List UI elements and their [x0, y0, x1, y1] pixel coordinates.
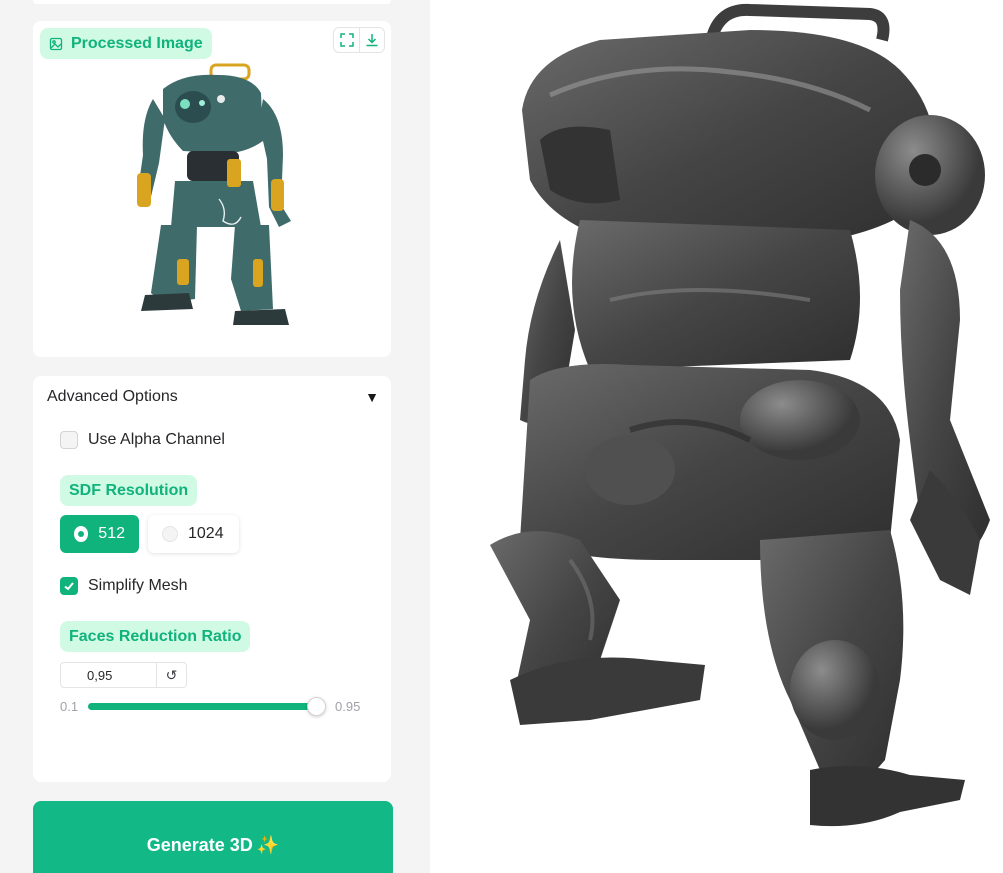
sdf-resolution-label: SDF Resolution [60, 475, 198, 506]
image-actions [333, 27, 385, 53]
processed-image-label: Processed Image [40, 28, 212, 59]
slider-thumb[interactable] [307, 697, 326, 716]
image-icon [49, 37, 63, 50]
faces-ratio-input[interactable]: 0,95 ↺ [60, 662, 187, 688]
slider-fill [88, 703, 316, 710]
sdf-resolution-text: SDF Resolution [69, 481, 189, 499]
faces-reduction-text: Faces Reduction Ratio [69, 627, 242, 645]
sdf-option-512[interactable]: 512 [60, 515, 139, 553]
3d-model-viewer[interactable] [430, 0, 1003, 873]
advanced-options-panel: Advanced Options ▼ Use Alpha Channel SDF… [33, 376, 391, 782]
sdf-option-1024-label: 1024 [188, 525, 224, 542]
use-alpha-label: Use Alpha Channel [88, 431, 225, 448]
slider-max-label: 0.95 [335, 699, 361, 714]
processed-image-title: Processed Image [71, 34, 203, 52]
faces-ratio-slider[interactable] [88, 697, 326, 716]
radio-selected-icon [74, 526, 89, 542]
sdf-option-1024[interactable]: 1024 [148, 515, 239, 553]
download-button[interactable] [359, 28, 384, 52]
3d-mesh-robot[interactable] [430, 0, 1003, 873]
checkmark-icon [64, 582, 74, 591]
previous-card-edge [33, 0, 391, 4]
sdf-option-512-label: 512 [98, 525, 125, 542]
advanced-options-title[interactable]: Advanced Options [47, 388, 178, 406]
fullscreen-icon [339, 33, 354, 47]
collapse-caret-icon[interactable]: ▼ [365, 389, 379, 405]
processed-image-card: Processed Image [33, 21, 391, 357]
use-alpha-checkbox[interactable] [60, 431, 78, 449]
reset-icon[interactable]: ↺ [156, 663, 186, 687]
fullscreen-button[interactable] [334, 28, 359, 52]
sdf-resolution-radio-group: 512 1024 [60, 515, 239, 553]
simplify-mesh-option[interactable]: Simplify Mesh [60, 577, 188, 595]
use-alpha-option[interactable]: Use Alpha Channel [60, 431, 225, 449]
download-icon [366, 34, 378, 47]
left-panel: Processed Image Advanced Options ▼ Use A… [0, 0, 430, 873]
faces-ratio-value[interactable]: 0,95 [61, 668, 156, 683]
simplify-mesh-label: Simplify Mesh [88, 577, 188, 594]
radio-unselected-icon [162, 526, 178, 542]
simplify-mesh-checkbox[interactable] [60, 577, 78, 595]
generate-3d-label: Generate 3D [146, 835, 253, 855]
generate-3d-button[interactable]: Generate 3D ✨ [33, 801, 393, 873]
faces-reduction-label: Faces Reduction Ratio [60, 621, 251, 652]
slider-min-label: 0.1 [60, 699, 79, 714]
sparkles-icon: ✨ [256, 835, 280, 855]
processed-robot-image [137, 63, 291, 325]
